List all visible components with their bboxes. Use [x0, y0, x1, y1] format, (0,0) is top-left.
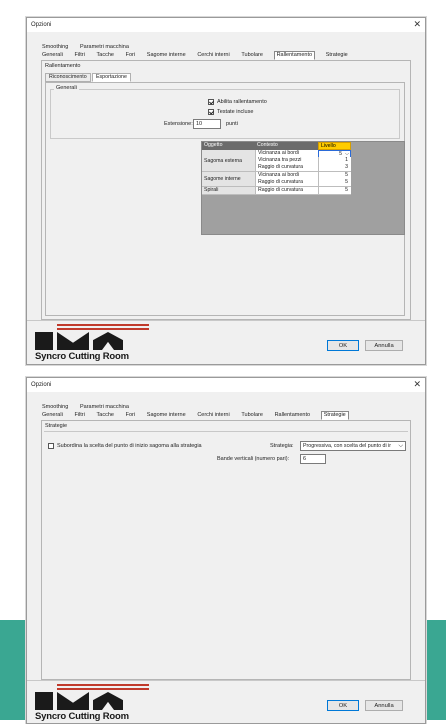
slowdown-label: Abilita rallentamento: [217, 99, 267, 105]
tab-inner-shapes[interactable]: Sagome interne: [146, 51, 187, 60]
subtab-panel: Generali Abilita rallentamento Testate i…: [45, 82, 405, 316]
section-label: Rallentamento: [45, 63, 81, 69]
grid-object-outer-shape[interactable]: Sagoma esterna: [202, 150, 255, 172]
grid-object-inner-shapes[interactable]: Sagome interne: [202, 172, 255, 187]
section-separator: [44, 431, 408, 432]
grid-header-level[interactable]: Livello: [318, 142, 351, 150]
tab-strategies[interactable]: Strategie: [320, 411, 349, 420]
grid-context[interactable]: Raggio di curvatura: [255, 164, 318, 172]
ok-button[interactable]: OK: [327, 340, 359, 351]
cancel-button[interactable]: Annulla: [365, 340, 403, 351]
extension-label: Estensione:: [164, 121, 193, 127]
slowdown-checkbox[interactable]: [208, 99, 214, 105]
tab-filters[interactable]: Filtri: [73, 411, 85, 420]
footer-separator: [27, 680, 425, 681]
options-dialog-slowdown: Opzioni ✕ Smoothing Parametri macchina G…: [26, 17, 426, 365]
brand-logo: Syncro Cutting Room: [35, 684, 155, 722]
logo-block-m: [57, 692, 89, 710]
bands-label: Bande verticali (numero pari):: [217, 456, 290, 462]
grid-object-spirals[interactable]: Spirali: [202, 187, 255, 195]
extension-input[interactable]: 10: [193, 119, 221, 129]
tab-holes[interactable]: Fori: [125, 51, 136, 60]
logo-block-i: [35, 692, 53, 710]
tab-inner-circles[interactable]: Cerchi interni: [196, 411, 230, 420]
tab-slowdown[interactable]: Rallentamento: [274, 411, 311, 420]
tab-slowdown[interactable]: Rallentamento: [273, 51, 316, 60]
tab-row-bottom: Generali Filtri Tacche Fori Sagome inter…: [41, 51, 357, 60]
bands-input[interactable]: 6: [300, 454, 326, 464]
tab-inner-shapes[interactable]: Sagome interne: [146, 411, 187, 420]
options-dialog-strategies: Opzioni ✕ Smoothing Parametri macchina G…: [26, 377, 426, 724]
grid-header-context[interactable]: Contesto: [255, 142, 318, 150]
tab-general[interactable]: Generali: [41, 51, 64, 60]
tab-row-bottom: Generali Filtri Tacche Fori Sagome inter…: [41, 411, 357, 420]
subtab-recognition[interactable]: Riconoscimento: [45, 73, 91, 82]
window-title: Opzioni: [31, 382, 52, 388]
logo-red-bar: [57, 324, 149, 326]
subordinate-checkbox[interactable]: [48, 443, 54, 449]
subordinate-label: Subordina la scelta del punto di inizio …: [57, 443, 202, 449]
heads-label: Testate incluse: [217, 109, 254, 115]
title-bar: Opzioni ✕: [27, 18, 425, 32]
tab-holes[interactable]: Fori: [125, 411, 136, 420]
brand-logo: Syncro Cutting Room: [35, 324, 155, 362]
logo-red-bar: [57, 684, 149, 686]
tab-tubular[interactable]: Tubolare: [240, 411, 264, 420]
close-icon[interactable]: ✕: [413, 20, 421, 29]
strategy-label: Strategia:: [270, 443, 294, 449]
slowdown-grid: Oggetto Contesto Livello Sagoma esterna …: [201, 141, 405, 235]
ok-button[interactable]: OK: [327, 700, 359, 711]
logo-block-r: [93, 332, 123, 350]
grid-context[interactable]: Raggio di curvatura: [255, 187, 318, 195]
grid-level-cell[interactable]: 5: [318, 179, 351, 187]
strategy-select[interactable]: Progressiva, con scelta del punto di ir …: [300, 441, 406, 451]
cancel-button[interactable]: Annulla: [365, 700, 403, 711]
chevron-down-icon[interactable]: ⌵: [398, 442, 403, 450]
tab-strategies[interactable]: Strategie: [325, 51, 349, 60]
logo-block-m: [57, 332, 89, 350]
teal-background-right: [424, 620, 446, 720]
tab-notches[interactable]: Tacche: [96, 51, 115, 60]
grid-header-object[interactable]: Oggetto: [202, 142, 255, 150]
logo-red-bar: [57, 688, 149, 690]
tab-general[interactable]: Generali: [41, 411, 64, 420]
tab-filters[interactable]: Filtri: [73, 51, 85, 60]
teal-background-left: [0, 620, 26, 720]
logo-block-r: [93, 692, 123, 710]
group-label: Generali: [54, 85, 79, 91]
grid-level-cell[interactable]: 5: [318, 187, 351, 195]
brand-name: Syncro Cutting Room: [35, 351, 129, 362]
logo-block-i: [35, 332, 53, 350]
grid-level-cell[interactable]: 3: [318, 164, 351, 172]
subtab-export[interactable]: Esportazione: [92, 73, 131, 82]
footer-separator: [27, 320, 425, 321]
logo-red-bar: [57, 328, 149, 330]
tab-panel: Rallentamento Riconoscimento Esportazion…: [41, 60, 411, 320]
section-label: Strategie: [45, 423, 68, 429]
brand-name: Syncro Cutting Room: [35, 711, 129, 722]
close-icon[interactable]: ✕: [413, 380, 421, 389]
tab-panel: Strategie Subordina la scelta del punto …: [41, 420, 411, 680]
extension-unit: punti: [226, 121, 238, 127]
strategy-value: Progressiva, con scelta del punto di ir: [303, 443, 392, 449]
tab-tubular[interactable]: Tubolare: [240, 51, 264, 60]
tab-notches[interactable]: Tacche: [96, 411, 115, 420]
title-bar: Opzioni ✕: [27, 378, 425, 392]
grid-context[interactable]: Raggio di curvatura: [255, 179, 318, 187]
window-title: Opzioni: [31, 22, 52, 28]
tab-inner-circles[interactable]: Cerchi interni: [196, 51, 230, 60]
heads-checkbox[interactable]: [208, 109, 214, 115]
